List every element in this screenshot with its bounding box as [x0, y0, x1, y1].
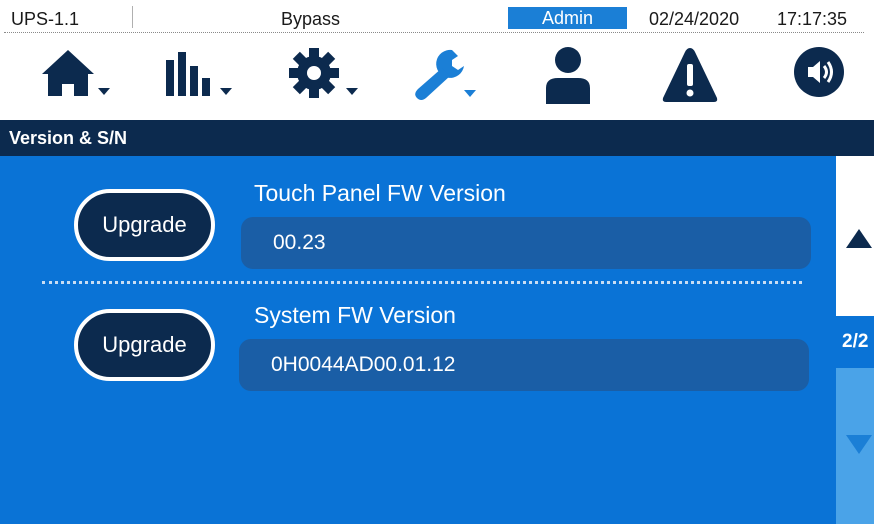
user-menu-button[interactable]	[538, 44, 628, 114]
device-name: UPS-1.1	[11, 9, 80, 29]
maintenance-menu-button[interactable]	[412, 44, 502, 114]
gear-icon	[289, 48, 358, 98]
user-icon	[546, 47, 590, 104]
status-divider	[132, 6, 133, 28]
page-up-button[interactable]	[836, 156, 874, 316]
home-menu-button[interactable]	[38, 44, 128, 114]
system-upgrade-button[interactable]: Upgrade	[74, 309, 215, 381]
touch-panel-fw-value: 00.23	[241, 217, 811, 269]
touch-panel-fw-label: Touch Panel FW Version	[254, 180, 506, 206]
operating-mode: Bypass	[281, 9, 341, 29]
wrench-icon	[415, 49, 476, 100]
status-dotted-divider	[4, 32, 864, 33]
speaker-icon	[794, 47, 844, 97]
page-indicator: 2/2	[836, 316, 874, 368]
system-fw-label: System FW Version	[254, 302, 456, 328]
user-badge[interactable]: Admin	[508, 7, 627, 29]
arrow-up-icon	[846, 229, 872, 248]
page-title-bar: Version & S/N	[0, 120, 874, 156]
home-icon	[42, 50, 110, 96]
version-panel: Touch Panel FW Version 00.23 Upgrade Sys…	[0, 156, 836, 524]
touch-panel-upgrade-button[interactable]: Upgrade	[74, 189, 215, 261]
page-title: Version & S/N	[9, 128, 128, 148]
buzzer-button[interactable]	[790, 44, 874, 114]
page-scroller: 2/2	[836, 156, 874, 524]
arrow-down-icon	[846, 435, 872, 454]
main-toolbar	[0, 36, 874, 120]
system-fw-value: 0H0044AD00.01.12	[239, 339, 809, 391]
warning-icon	[662, 48, 718, 102]
measurement-menu-button[interactable]	[160, 44, 250, 114]
row-divider	[42, 281, 802, 284]
time-display: 17:17:35	[777, 9, 848, 29]
settings-menu-button[interactable]	[286, 44, 376, 114]
date-display: 02/24/2020	[649, 9, 740, 29]
status-bar: UPS-1.1 Bypass Admin 02/24/2020 17:17:35	[0, 0, 874, 36]
bar-chart-icon	[166, 52, 232, 96]
page-down-button[interactable]	[836, 368, 874, 524]
alarm-menu-button[interactable]	[660, 44, 750, 114]
